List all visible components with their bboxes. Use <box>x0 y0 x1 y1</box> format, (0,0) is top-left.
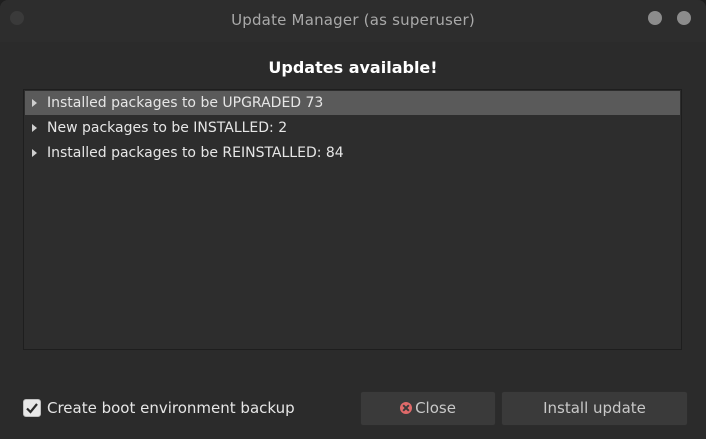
expand-arrow-icon[interactable] <box>32 99 37 107</box>
tree-row-label: Installed packages to be UPGRADED 73 <box>47 95 324 111</box>
window-title: Update Manager (as superuser) <box>231 11 475 29</box>
install-button-label: Install update <box>543 399 646 417</box>
tree-row-upgraded[interactable]: Installed packages to be UPGRADED 73 <box>25 91 680 115</box>
tree-row-label: Installed packages to be REINSTALLED: 84 <box>47 145 344 161</box>
install-update-button[interactable]: Install update <box>501 391 688 426</box>
tree-row-reinstalled[interactable]: Installed packages to be REINSTALLED: 84 <box>25 141 680 165</box>
updates-tree[interactable]: Installed packages to be UPGRADED 73 New… <box>23 89 682 350</box>
close-icon <box>400 402 413 414</box>
checkmark-icon <box>26 403 38 414</box>
tree-row-label: New packages to be INSTALLED: 2 <box>47 120 288 136</box>
minimize-button[interactable] <box>648 11 662 25</box>
expand-arrow-icon[interactable] <box>32 124 37 132</box>
expand-arrow-icon[interactable] <box>32 149 37 157</box>
close-button[interactable]: Close <box>360 391 496 426</box>
backup-checkbox-label: Create boot environment backup <box>47 399 295 417</box>
updates-heading: Updates available! <box>268 58 438 77</box>
backup-checkbox[interactable] <box>23 399 41 417</box>
close-window-button[interactable] <box>677 11 691 25</box>
tree-row-installed[interactable]: New packages to be INSTALLED: 2 <box>25 116 680 140</box>
title-bar[interactable]: Update Manager (as superuser) <box>0 0 706 42</box>
update-manager-window: Update Manager (as superuser) Updates av… <box>0 0 706 439</box>
close-button-label: Close <box>415 399 456 417</box>
